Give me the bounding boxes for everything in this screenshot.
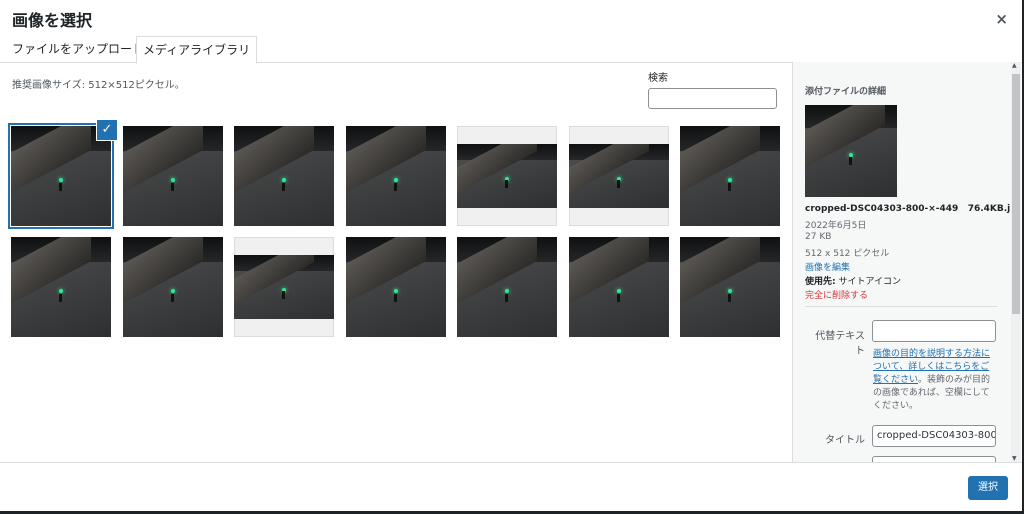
scroll-up-icon[interactable]: ▲ (1012, 62, 1017, 69)
details-filename: cropped-DSC04303-800-×-449 76.4KB.jpg (805, 204, 1011, 214)
details-thumbnail (805, 105, 897, 197)
delete-permanently-link[interactable]: 完全に削除する (805, 288, 868, 301)
media-thumbnail[interactable] (568, 237, 669, 337)
modal-footer: 選択 (0, 462, 1022, 511)
media-thumbnail[interactable] (568, 126, 669, 226)
scrollbar-thumb[interactable] (1012, 74, 1020, 314)
thumbnail-image (345, 237, 446, 337)
media-thumbnail[interactable] (680, 126, 780, 226)
scroll-down-icon[interactable]: ▼ (1012, 455, 1017, 462)
divider (805, 306, 997, 307)
attachment-details-panel: 添付ファイルの詳細 cropped-DSC04303-800-×-449 76.… (792, 62, 1011, 462)
tab-bar: ファイルをアップロード メディアライブラリ (0, 36, 1022, 64)
media-thumbnail[interactable] (234, 126, 334, 226)
media-thumbnail[interactable] (122, 126, 223, 226)
used-in-label: 使用先: (805, 277, 836, 287)
thumbnail-image (680, 237, 780, 337)
media-thumbnail[interactable] (345, 237, 446, 337)
details-title: 添付ファイルの詳細 (805, 87, 887, 97)
sidebar-scrollbar[interactable]: ▲ ▼ (1011, 62, 1021, 462)
details-size: 27 KB (805, 232, 832, 242)
thumbnail-image (568, 144, 669, 208)
used-in: 使用先: サイトアイコン (805, 274, 901, 287)
used-in-value: サイトアイコン (838, 277, 902, 287)
thumbnail-image (568, 237, 669, 337)
media-thumbnail[interactable] (457, 126, 557, 226)
alt-text-help: 画像の目的を説明する方法について、詳しくはこちらをご覧ください。装飾のみが目的の… (873, 348, 997, 413)
filename-text: cropped-DSC04303-800-×-449 (805, 204, 959, 214)
thumbnail-image (457, 237, 557, 337)
thumbnail-image (680, 126, 780, 226)
alt-text-label: 代替テキスト (815, 331, 865, 357)
filesize-text: 76.4KB.jpg (967, 204, 1011, 214)
media-thumbnail[interactable] (234, 237, 334, 337)
check-icon[interactable]: ✓ (96, 119, 118, 141)
details-date: 2022年6月5日 (805, 221, 867, 231)
media-thumbnail[interactable] (345, 126, 446, 226)
recommended-size-note: 推奨画像サイズ: 512×512ピクセル。 (12, 80, 185, 91)
thumbnail-image (11, 237, 111, 337)
media-thumbnail[interactable] (11, 237, 111, 337)
title-label: タイトル (825, 435, 865, 446)
thumbnail-image (122, 237, 223, 337)
search-input[interactable] (648, 88, 777, 109)
media-thumbnail[interactable] (122, 237, 223, 337)
edit-image-link[interactable]: 画像を編集 (805, 260, 850, 273)
search-label: 検索 (648, 73, 668, 84)
thumbnail-image (11, 126, 111, 226)
modal-title: 画像を選択 (12, 11, 93, 30)
media-thumbnail[interactable] (457, 237, 557, 337)
media-thumbnail[interactable]: ✓ (8, 119, 118, 229)
details-dimensions: 512 x 512 ピクセル (805, 249, 890, 259)
thumbnail-image (122, 126, 223, 226)
tab-media-library[interactable]: メディアライブラリ (136, 36, 258, 64)
close-icon[interactable]: × (995, 10, 1008, 28)
thumbnail-image (457, 144, 557, 208)
media-thumbnail[interactable] (680, 237, 780, 337)
alt-text-input[interactable] (872, 320, 996, 342)
media-modal: 画像を選択 × ファイルをアップロード メディアライブラリ 推奨画像サイズ: 5… (0, 0, 1022, 511)
thumbnail-image (345, 126, 446, 226)
title-input[interactable]: cropped-DSC04303-800- (872, 425, 996, 447)
tab-upload[interactable]: ファイルをアップロード (6, 36, 150, 62)
select-button[interactable]: 選択 (968, 476, 1008, 500)
thumbnail-image (234, 126, 334, 226)
thumbnail-image (234, 255, 334, 319)
